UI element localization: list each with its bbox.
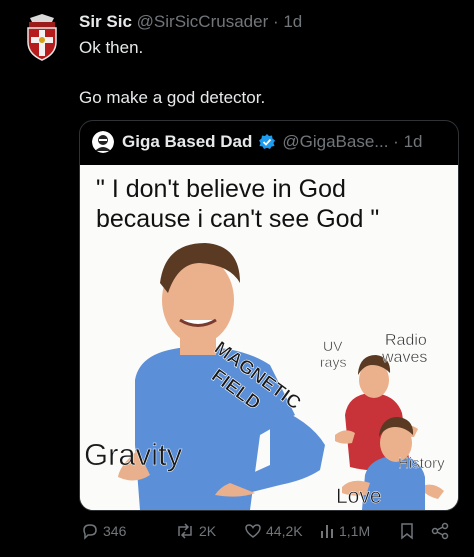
label-rays: rays xyxy=(320,354,346,370)
share-icon xyxy=(431,522,449,540)
like-icon xyxy=(245,524,261,538)
meme-image[interactable]: " I don't believe in God because i can't… xyxy=(80,165,458,510)
repost-count: 2K xyxy=(199,523,217,539)
quoted-post[interactable]: Giga Based Dad @GigaBase... · 1d " I don… xyxy=(79,120,459,511)
meme-caption-line1: " I don't believe in God xyxy=(96,175,346,203)
share-button[interactable] xyxy=(431,522,453,540)
quoted-author-handle-time[interactable]: @GigaBase... · 1d xyxy=(282,132,422,152)
reply-button[interactable]: 346 xyxy=(81,522,126,540)
views-icon xyxy=(321,525,333,538)
label-waves: waves xyxy=(381,349,427,366)
action-bar: 346 2K 44,2K 1,1M xyxy=(79,522,459,544)
meme-caption-line2: because i can't see God " xyxy=(96,205,379,233)
reply-count: 346 xyxy=(103,523,127,539)
label-radio: Radio xyxy=(385,332,427,349)
dad-avatar-icon[interactable] xyxy=(92,131,114,153)
author-handle-time[interactable]: @SirSicCrusader · 1d xyxy=(137,12,303,31)
author-name[interactable]: Sir Sic xyxy=(79,12,132,31)
reply-icon xyxy=(83,524,97,540)
quoted-author-name[interactable]: Giga Based Dad xyxy=(122,132,252,152)
label-love: Love xyxy=(336,485,382,508)
post-text-line1: Ok then. xyxy=(79,38,144,57)
repost-icon xyxy=(178,523,192,539)
views-button[interactable]: 1,1M xyxy=(319,522,370,540)
bookmark-icon xyxy=(401,523,413,540)
verified-badge-icon xyxy=(259,134,276,149)
post-header: Sir Sic @SirSicCrusader · 1d xyxy=(79,12,302,32)
views-count: 1,1M xyxy=(339,523,371,539)
like-count: 44,2K xyxy=(266,523,303,539)
label-history: History xyxy=(398,455,445,472)
like-button[interactable]: 44,2K xyxy=(244,522,303,540)
repost-button[interactable]: 2K xyxy=(175,522,216,540)
crest-avatar-icon[interactable] xyxy=(22,12,62,62)
bookmark-button[interactable] xyxy=(399,522,419,540)
label-gravity: Gravity xyxy=(84,437,183,472)
label-uv: UV xyxy=(323,338,343,354)
quoted-post-header: Giga Based Dad @GigaBase... · 1d xyxy=(92,131,422,153)
post-text-line2: Go make a god detector. xyxy=(79,88,266,107)
